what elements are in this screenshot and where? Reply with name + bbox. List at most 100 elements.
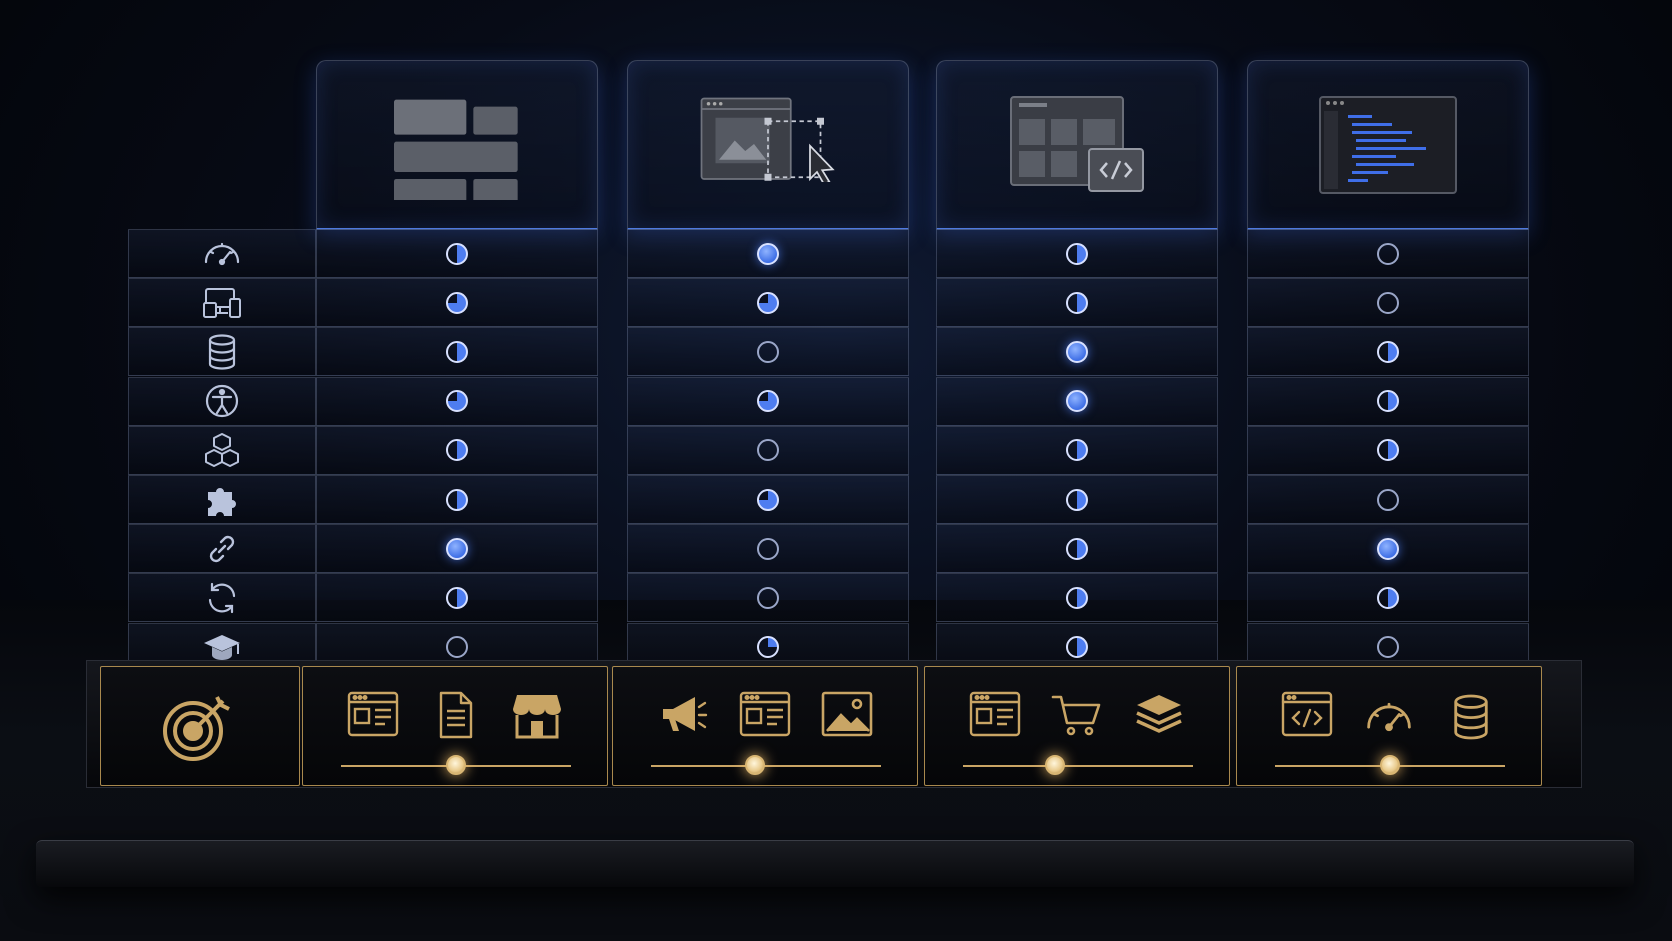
slider-track (651, 765, 881, 767)
rating-indicator (1066, 242, 1088, 265)
column-3-header (936, 60, 1218, 230)
rating-indicator (1066, 488, 1088, 511)
browser-window-icon (345, 689, 401, 741)
rating-indicator (757, 291, 779, 314)
column-3-footer-panel (924, 666, 1230, 786)
column-4-cell-5 (1247, 425, 1529, 475)
link-icon (200, 527, 244, 571)
column-3-cell-1 (936, 229, 1218, 278)
cubes-icon (200, 428, 244, 472)
rating-indicator (757, 488, 779, 511)
refresh-icon (200, 576, 244, 620)
column-3-cell-7 (936, 524, 1218, 574)
layers-icon (1131, 689, 1187, 741)
rating-indicator (757, 439, 779, 462)
puzzle-piece-icon (200, 478, 244, 522)
accessibility-icon (200, 379, 244, 423)
rating-indicator (446, 390, 468, 413)
column-3-cell-5 (936, 425, 1218, 475)
column-4-cell-3 (1247, 327, 1529, 377)
rating-indicator (1066, 537, 1088, 560)
storefront-icon (509, 689, 565, 741)
column-1-cell-8 (316, 573, 598, 623)
column-1-cell-5 (316, 425, 598, 475)
goal-panel (100, 666, 300, 786)
column-1-cell-2 (316, 278, 598, 328)
rating-indicator (1066, 291, 1088, 314)
rating-indicator (1066, 636, 1088, 659)
feature-row-7 (128, 524, 316, 574)
column-2-cell-8 (627, 573, 909, 623)
comparison-matrix (0, 0, 1672, 941)
layout-blocks-icon (387, 95, 527, 207)
column-4-cell-8 (1247, 573, 1529, 623)
column-1-cell-6 (316, 475, 598, 524)
column-3-cell-6 (936, 475, 1218, 524)
column-4-cell-2 (1247, 278, 1529, 328)
column-2-cell-2 (627, 278, 909, 328)
column-1-cell-3 (316, 327, 598, 377)
rating-indicator (1377, 340, 1399, 363)
rating-indicator (1377, 242, 1399, 265)
rating-indicator (446, 537, 468, 560)
slider-knob[interactable] (446, 755, 466, 775)
speedometer-icon (1361, 689, 1417, 741)
database-icon (200, 330, 244, 374)
column-1-cell-4 (316, 376, 598, 426)
rating-indicator (446, 586, 468, 609)
feature-row-4 (128, 376, 316, 426)
column-2-cell-3 (627, 327, 909, 377)
rating-indicator (446, 340, 468, 363)
column-3-cell-4 (936, 376, 1218, 426)
rating-indicator (1377, 390, 1399, 413)
feature-row-6 (128, 475, 316, 524)
rating-indicator (757, 340, 779, 363)
code-window-icon (1279, 689, 1335, 741)
image-select-cursor-icon (698, 95, 838, 195)
column-3-cell-2 (936, 278, 1218, 328)
column-1-cell-1 (316, 229, 598, 278)
column-3-cell-3 (936, 327, 1218, 377)
rating-indicator (446, 488, 468, 511)
column-4-footer-panel (1236, 666, 1542, 786)
browser-window-icon (967, 689, 1023, 741)
column-2-cell-4 (627, 376, 909, 426)
slider-knob[interactable] (1045, 755, 1065, 775)
column-4-cell-7 (1247, 524, 1529, 574)
column-4-cell-6 (1247, 475, 1529, 524)
rating-indicator (446, 242, 468, 265)
rating-indicator (757, 636, 779, 659)
feature-row-8 (128, 573, 316, 623)
rating-indicator (446, 439, 468, 462)
image-icon (819, 689, 875, 741)
browser-window-icon (737, 689, 793, 741)
shopping-cart-icon (1049, 689, 1105, 741)
plinth (36, 840, 1634, 887)
feature-row-5 (128, 425, 316, 475)
column-3-cell-8 (936, 573, 1218, 623)
rating-indicator (446, 636, 468, 659)
rating-indicator (1377, 537, 1399, 560)
rating-indicator (757, 586, 779, 609)
feature-row-1 (128, 229, 316, 278)
rating-indicator (1377, 439, 1399, 462)
speedometer-icon (200, 232, 244, 276)
devices-icon (200, 281, 244, 325)
rating-indicator (1377, 586, 1399, 609)
slider-knob[interactable] (1380, 755, 1400, 775)
slider-knob[interactable] (744, 755, 765, 775)
dashboard-code-icon (1007, 95, 1147, 195)
feature-row-3 (128, 327, 316, 377)
database-icon (1443, 689, 1499, 741)
column-1-cell-7 (316, 524, 598, 574)
target-arrow-icon (157, 687, 237, 767)
rating-indicator (1377, 488, 1399, 511)
column-4-cell-4 (1247, 376, 1529, 426)
rating-indicator (1066, 586, 1088, 609)
rating-indicator (1377, 636, 1399, 659)
rating-indicator (1377, 291, 1399, 314)
rating-indicator (1066, 390, 1088, 413)
column-1-footer-panel (302, 666, 608, 786)
document-icon (427, 689, 483, 741)
slider-track (963, 765, 1193, 767)
